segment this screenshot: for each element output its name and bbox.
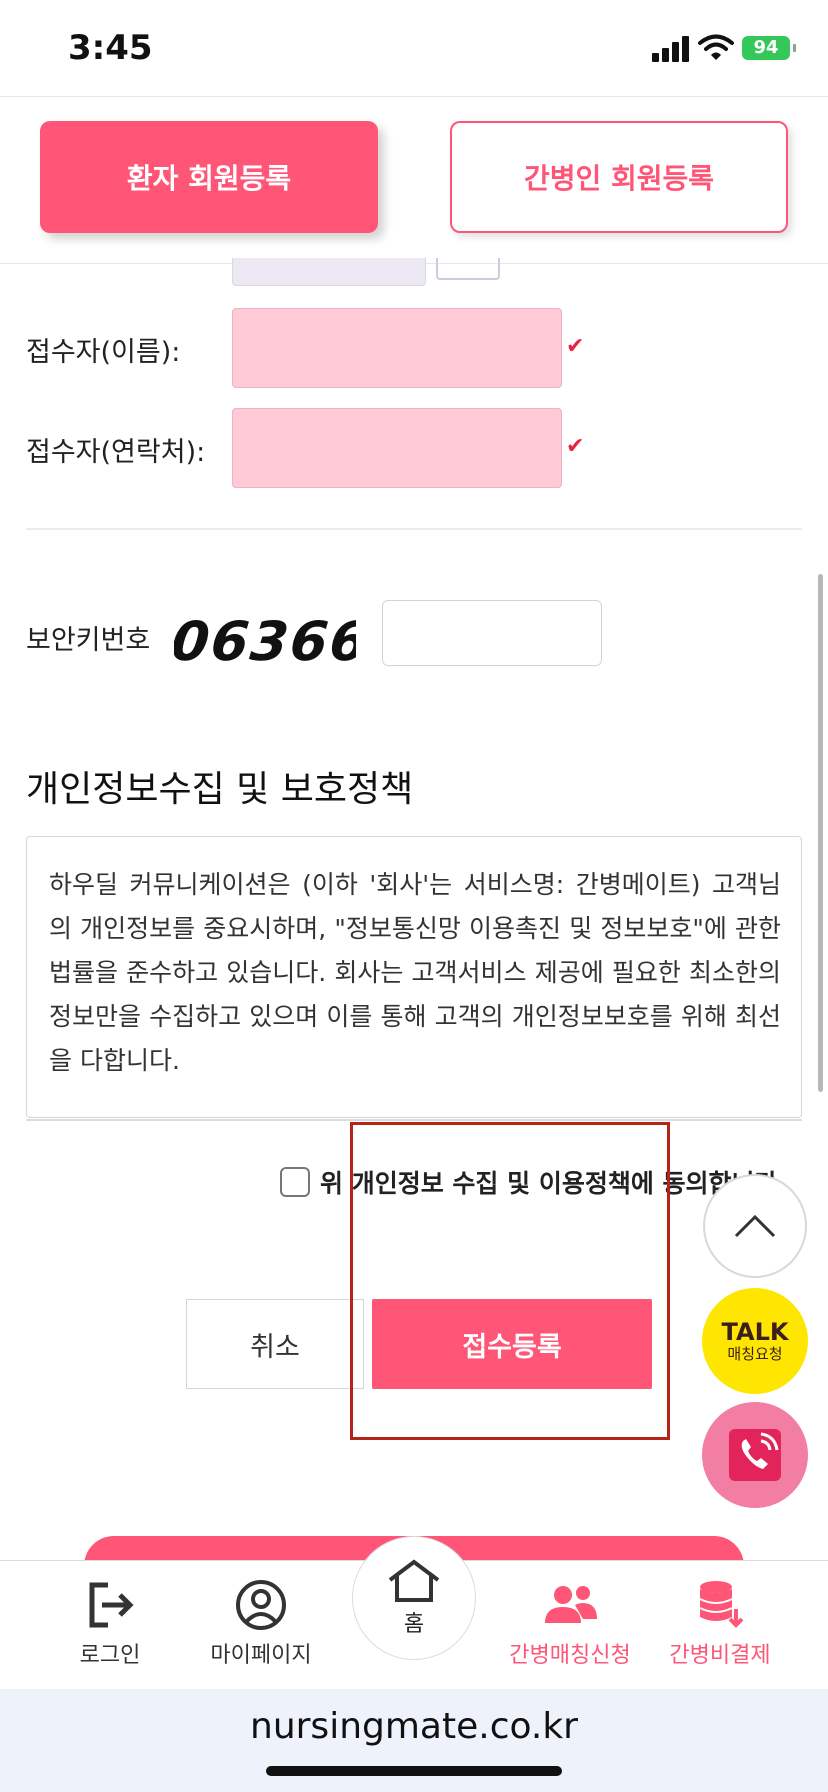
status-bar: 3:45 94 bbox=[0, 0, 828, 97]
user-icon bbox=[236, 1580, 286, 1630]
captcha-input[interactable] bbox=[382, 600, 602, 666]
nav-payment[interactable]: 간병비결제 bbox=[660, 1579, 780, 1707]
database-icon bbox=[699, 1581, 744, 1628]
receiver-name-input[interactable] bbox=[232, 308, 562, 388]
scroll-to-top-button[interactable] bbox=[703, 1174, 807, 1278]
battery-icon: 94 bbox=[742, 36, 796, 60]
people-icon bbox=[545, 1586, 597, 1623]
previous-field-button[interactable] bbox=[436, 258, 500, 280]
cancel-button[interactable]: 취소 bbox=[186, 1299, 364, 1389]
section-divider bbox=[26, 1119, 802, 1121]
privacy-policy-title: 개인정보수집 및 보호정책 bbox=[26, 769, 414, 810]
kakao-talk-button[interactable]: TALK 매칭요청 bbox=[702, 1288, 808, 1394]
receiver-contact-label: 접수자(연락처): bbox=[26, 437, 206, 468]
caregiver-register-button[interactable]: 간병인 회원등록 bbox=[450, 121, 788, 233]
page-scrollbar[interactable] bbox=[818, 574, 823, 1092]
receiver-name-label: 접수자(이름): bbox=[26, 337, 181, 368]
talk-sub-label: 매칭요청 bbox=[727, 1345, 783, 1363]
signal-icon bbox=[652, 36, 692, 62]
phone-icon bbox=[729, 1429, 781, 1481]
logout-icon bbox=[89, 1582, 134, 1628]
nav-matching[interactable]: 간병매칭신청 bbox=[500, 1579, 640, 1707]
nav-payment-label: 간병비결제 bbox=[669, 1643, 771, 1668]
captcha-code: 06366 bbox=[174, 610, 356, 673]
captcha-label: 보안키번호 bbox=[26, 625, 151, 656]
phone-call-button[interactable] bbox=[702, 1402, 808, 1508]
registration-type-bar: 환자 회원등록 간병인 회원등록 bbox=[0, 97, 828, 264]
privacy-agree-checkbox[interactable] bbox=[280, 1167, 310, 1197]
nav-home[interactable]: 홈 bbox=[352, 1536, 476, 1660]
required-check-icon: ✔ bbox=[566, 434, 585, 459]
required-check-icon: ✔ bbox=[566, 334, 585, 359]
nav-login[interactable]: 로그인 bbox=[58, 1579, 162, 1707]
nav-mypage-label: 마이페이지 bbox=[210, 1643, 312, 1668]
chevron-up-icon bbox=[734, 1214, 776, 1238]
privacy-policy-text[interactable]: 하우딜 커뮤니케이션은 (이하 '회사'는 서비스명: 간병메이트) 고객님의 … bbox=[26, 836, 802, 1118]
nav-matching-label: 간병매칭신청 bbox=[509, 1643, 631, 1668]
patient-register-button[interactable]: 환자 회원등록 bbox=[40, 121, 378, 233]
nav-login-label: 로그인 bbox=[79, 1643, 141, 1668]
talk-label: TALK bbox=[721, 1318, 789, 1346]
status-time: 3:45 bbox=[68, 28, 153, 68]
previous-input-field[interactable] bbox=[232, 258, 426, 286]
highlight-annotation-box bbox=[350, 1122, 670, 1440]
section-divider bbox=[26, 528, 802, 530]
captcha-image: 06366 bbox=[174, 610, 356, 673]
wifi-icon bbox=[698, 34, 734, 60]
home-icon bbox=[388, 1559, 440, 1602]
nav-home-label: 홈 bbox=[403, 1612, 425, 1637]
home-indicator bbox=[266, 1766, 562, 1776]
nav-mypage[interactable]: 마이페이지 bbox=[196, 1579, 326, 1707]
receiver-contact-input[interactable] bbox=[232, 408, 562, 488]
browser-url[interactable]: nursingmate.co.kr bbox=[0, 1706, 828, 1747]
